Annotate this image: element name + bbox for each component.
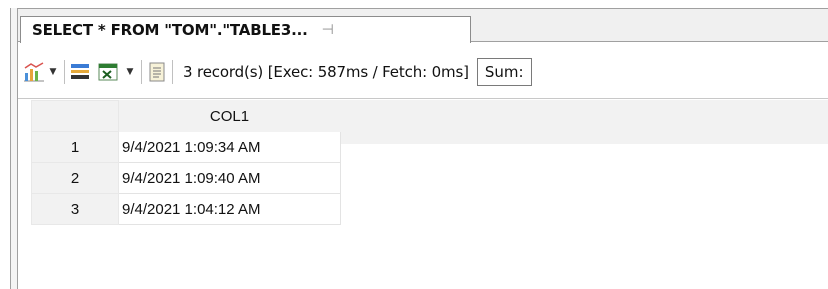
row-number[interactable]: 1 [31, 131, 119, 163]
excel-icon[interactable] [97, 60, 119, 84]
toolbar-separator [64, 60, 65, 84]
pin-icon[interactable]: ⊣ [322, 22, 334, 38]
notes-icon[interactable] [146, 60, 168, 84]
chart-icon[interactable] [22, 60, 46, 84]
toolbar-separator [141, 60, 142, 84]
grid-header-background [340, 100, 828, 144]
window-frame-left [10, 8, 18, 289]
sum-field[interactable]: Sum: [476, 58, 532, 86]
sum-label: Sum: [484, 63, 524, 81]
export-dropdown-icon[interactable]: ▼ [123, 67, 137, 77]
chart-dropdown-icon[interactable]: ▼ [46, 67, 60, 77]
results-toolbar: ▼ ▼ 3 record(s) [Exec: 587ms / Fetch: 0m… [18, 43, 828, 99]
toolbar-separator [172, 60, 173, 84]
row-number-header [31, 100, 119, 132]
column-header-col1[interactable]: COL1 [118, 100, 341, 132]
cell-col1[interactable]: 9/4/2021 1:09:34 AM [118, 131, 341, 163]
tab-title: SELECT * FROM "TOM"."TABLE3... [32, 21, 308, 39]
table-row[interactable]: 3 9/4/2021 1:04:12 AM [31, 193, 341, 225]
table-row[interactable]: 2 9/4/2021 1:09:40 AM [31, 162, 341, 194]
table-row[interactable]: 1 9/4/2021 1:09:34 AM [31, 131, 341, 163]
cell-col1[interactable]: 9/4/2021 1:04:12 AM [118, 193, 341, 225]
row-number[interactable]: 3 [31, 193, 119, 225]
cell-col1[interactable]: 9/4/2021 1:09:40 AM [118, 162, 341, 194]
row-number[interactable]: 2 [31, 162, 119, 194]
results-grid: COL1 1 9/4/2021 1:09:34 AM 2 9/4/2021 1:… [31, 100, 341, 225]
result-status-text: 3 record(s) [Exec: 587ms / Fetch: 0ms] [183, 63, 469, 81]
tab-query-results[interactable]: SELECT * FROM "TOM"."TABLE3... ⊣ [20, 16, 471, 43]
export-icon[interactable] [69, 60, 91, 84]
